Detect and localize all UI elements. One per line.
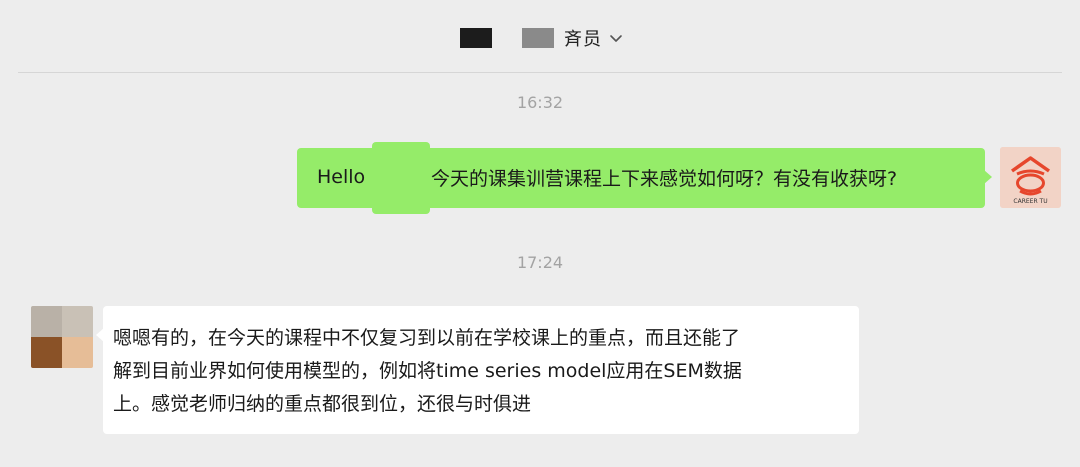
message-timestamp: 17:24 [516, 253, 564, 272]
avatar-pixel [62, 337, 93, 368]
chat-title-group[interactable]: 斉员 [460, 22, 624, 54]
message-timestamp: 16:32 [516, 93, 564, 112]
received-message-bubble[interactable]: 嗯嗯有的，在今天的课程中不仅复习到以前在学校课上的重点，而且还能了 解到目前业界… [96, 306, 859, 434]
avatar-pixel [31, 337, 62, 368]
received-message-line: 解到目前业界如何使用模型的，例如将time series model应用在SEM… [113, 360, 742, 382]
received-message-text: 嗯嗯有的，在今天的课程中不仅复习到以前在学校课上的重点，而且还能了 解到目前业界… [113, 322, 853, 421]
chat-title: 斉员 [564, 29, 602, 50]
svg-text:CAREER TU: CAREER TU [1013, 198, 1047, 205]
avatar-pixel [31, 306, 62, 337]
received-message-line: 嗯嗯有的，在今天的课程中不仅复习到以前在学校课上的重点，而且还能了 [113, 327, 741, 349]
sent-message-bubble[interactable]: Hello 今天的课集训营课程上下来感觉如何呀？有没有收获呀? [297, 142, 992, 214]
sent-message-greeting: Hello [317, 166, 366, 188]
redacted-name-block [460, 28, 492, 48]
redacted-name-block [522, 28, 554, 48]
avatar-pixel [62, 306, 93, 337]
chevron-down-icon[interactable] [608, 30, 624, 46]
sent-message-text: 今天的课集训营课程上下来感觉如何呀？有没有收获呀? [431, 168, 898, 190]
chat-header: 斉员 [18, 0, 1062, 73]
avatar[interactable]: CAREER TU [1000, 147, 1061, 208]
received-message-line: 上。感觉老师归纳的重点都很到位，还很与时俱进 [113, 393, 532, 415]
career-tu-logo-icon: CAREER TU [1000, 147, 1061, 208]
sent-bubble-overlap [372, 142, 430, 214]
avatar[interactable] [31, 306, 93, 368]
